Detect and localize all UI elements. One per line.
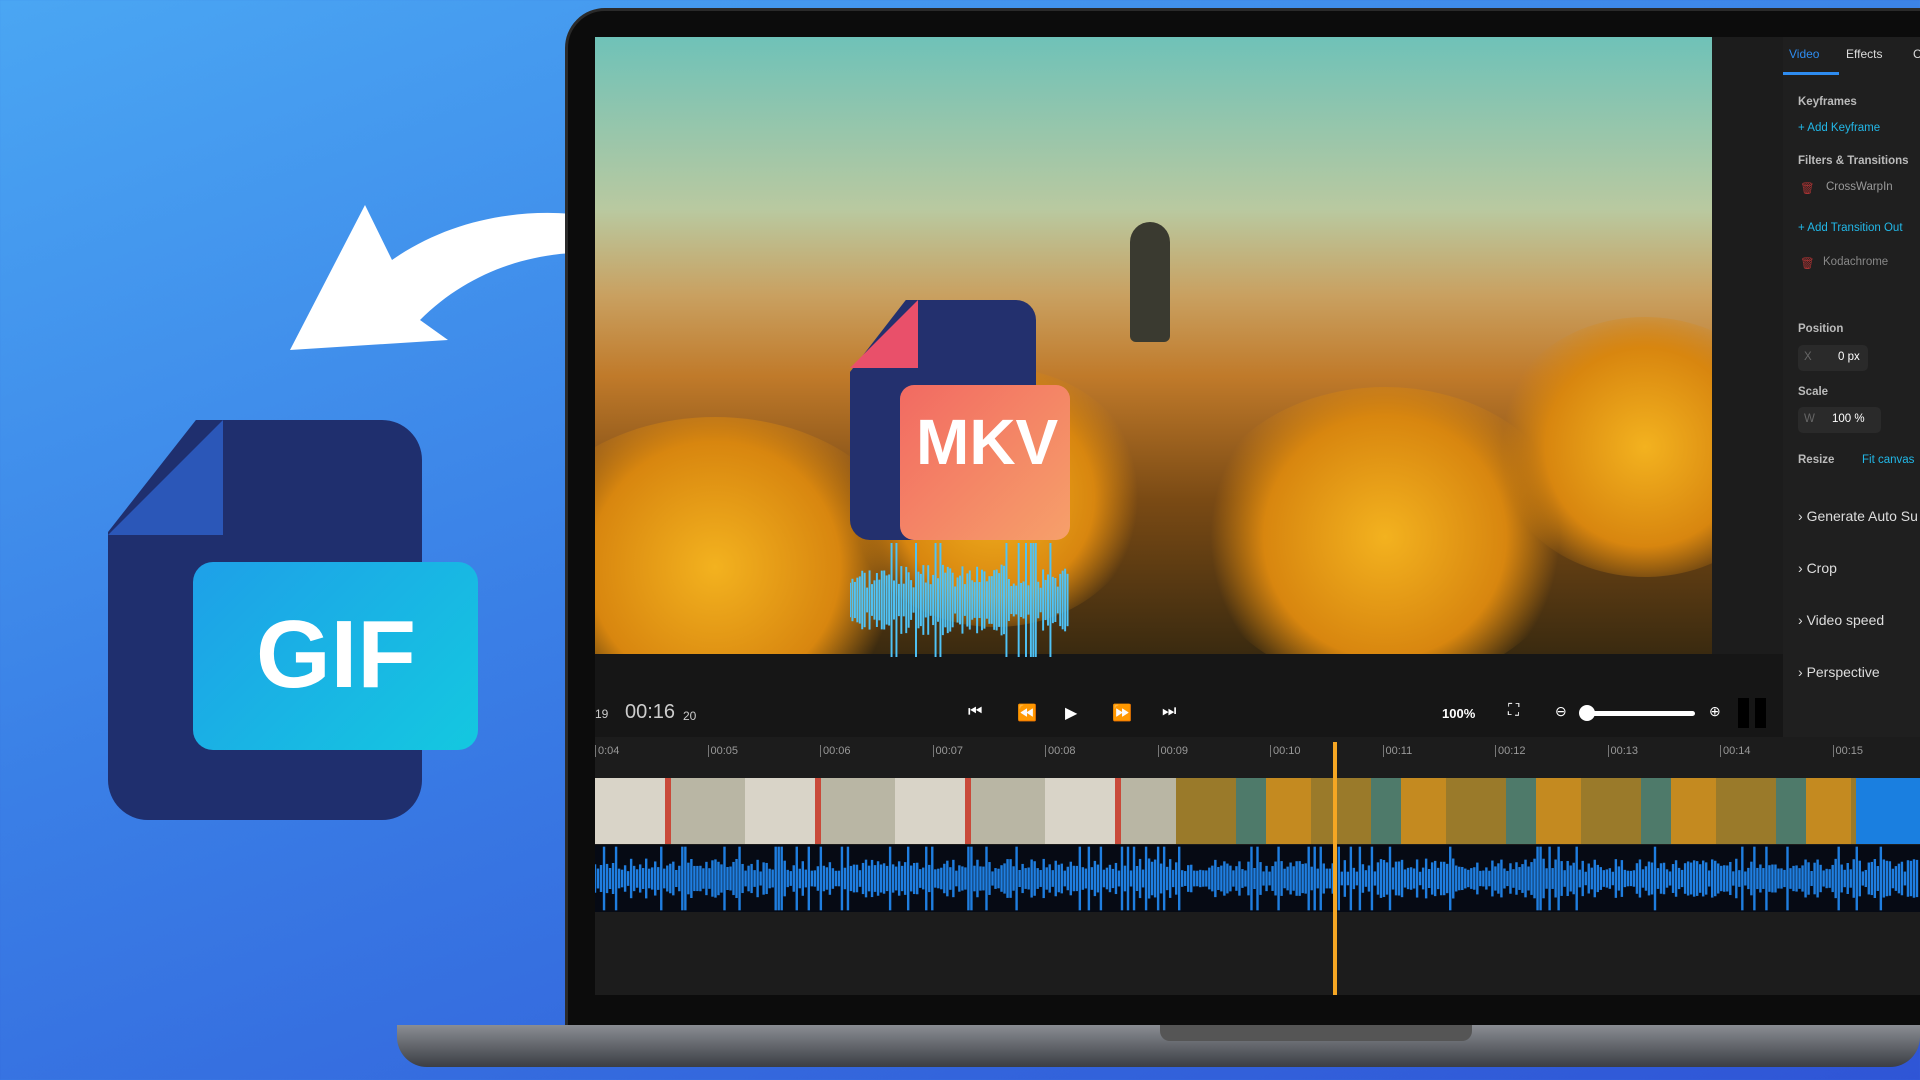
video-clip-next[interactable] [1856, 778, 1920, 844]
section-perspective[interactable]: › Perspective [1798, 664, 1880, 680]
position-heading: Position [1798, 323, 1844, 335]
section-crop[interactable]: › Crop [1798, 560, 1837, 576]
frame-next: 20 [683, 709, 697, 723]
play-icon[interactable]: ▶ [1065, 703, 1077, 723]
zoom-slider-handle[interactable] [1579, 705, 1595, 721]
ruler-tick: 00:11 [1382, 745, 1412, 757]
scale-heading: Scale [1798, 386, 1829, 398]
trash-icon[interactable]: 🗑 [1800, 181, 1815, 195]
playhead[interactable] [1333, 742, 1337, 995]
ruler-tick: 00:08 [1045, 745, 1076, 757]
video-clip-poppies[interactable] [595, 778, 1176, 844]
keyframes-heading: Keyframes [1798, 96, 1857, 108]
trash-icon[interactable]: 🗑 [1800, 256, 1815, 270]
mkv-waveform-icon [850, 543, 1069, 657]
tab-effects[interactable]: Effects [1846, 47, 1882, 61]
zoom-in-icon[interactable]: ⊕ [1709, 703, 1721, 720]
tab-more[interactable]: C [1913, 47, 1920, 61]
filter-kodachrome[interactable]: Kodachrome [1823, 256, 1888, 268]
skip-end-icon[interactable]: ⏭ [1162, 703, 1176, 721]
zoom-percent: 100% [1442, 706, 1476, 721]
scale-w-field[interactable]: W 100 % [1798, 407, 1881, 433]
playback-controls: 19 00:16 20 ⏮ ⏪ ▶ ⏩ ⏭ 100% ⛶ ⊖ ⊕ [595, 654, 1783, 737]
skip-start-icon[interactable]: ⏮ [968, 703, 982, 721]
ruler-tick: 00:14 [1720, 745, 1751, 757]
ruler-tick: 00:06 [820, 745, 851, 757]
laptop-notch [1160, 1025, 1472, 1041]
rewind-icon[interactable]: ⏪ [1017, 703, 1037, 723]
zoom-slider[interactable] [1585, 711, 1695, 716]
frame-prev: 19 [595, 707, 609, 721]
gif-file-icon: GIF [108, 420, 478, 820]
section-video-speed[interactable]: › Video speed [1798, 612, 1884, 628]
zoom-out-icon[interactable]: ⊖ [1555, 703, 1567, 720]
video-preview[interactable] [595, 37, 1712, 654]
fullscreen-icon[interactable]: ⛶ [1508, 702, 1519, 720]
mkv-file-icon: MKV [850, 300, 1070, 540]
section-generate-auto-subtitles[interactable]: › Generate Auto Su [1798, 508, 1918, 524]
pause-icon[interactable] [1738, 698, 1766, 728]
ruler-tick: 00:09 [1157, 745, 1188, 757]
timeline-ruler[interactable]: 0:04 00:05 00:06 00:07 00:08 00:09 00:10 00:11 0… [595, 737, 1920, 777]
mkv-label: MKV [916, 406, 1059, 478]
properties-panel: Video Effects C Keyframes + Add Keyframe… [1783, 37, 1920, 737]
add-keyframe-button[interactable]: + Add Keyframe [1798, 122, 1880, 134]
fast-forward-icon[interactable]: ⏩ [1112, 703, 1132, 723]
resize-label: Resize [1798, 454, 1835, 466]
ruler-tick: 00:12 [1495, 745, 1526, 757]
laptop-base [397, 1025, 1920, 1067]
ruler-tick: 00:05 [707, 745, 738, 757]
filter-crosswarpin[interactable]: CrossWarpIn [1826, 181, 1893, 193]
gif-label: GIF [256, 601, 416, 708]
woman-figure [1130, 222, 1170, 342]
filters-heading: Filters & Transitions [1798, 155, 1909, 167]
video-clip-field[interactable] [1176, 778, 1856, 844]
tab-video[interactable]: Video [1789, 47, 1819, 61]
current-time: 00:16 [625, 701, 676, 723]
fit-canvas-button[interactable]: Fit canvas [1862, 454, 1914, 466]
ruler-tick: 00:10 [1270, 745, 1301, 757]
video-editor: Video Effects C Keyframes + Add Keyframe… [595, 37, 1920, 995]
ruler-tick: 00:07 [932, 745, 963, 757]
add-transition-out-button[interactable]: + Add Transition Out [1798, 222, 1903, 234]
audio-waveform-track[interactable] [595, 845, 1920, 912]
ruler-tick: 0:04 [595, 745, 619, 757]
ruler-tick: 00:15 [1832, 745, 1863, 757]
ruler-tick: 00:13 [1607, 745, 1638, 757]
position-x-field[interactable]: X 0 px [1798, 345, 1868, 371]
